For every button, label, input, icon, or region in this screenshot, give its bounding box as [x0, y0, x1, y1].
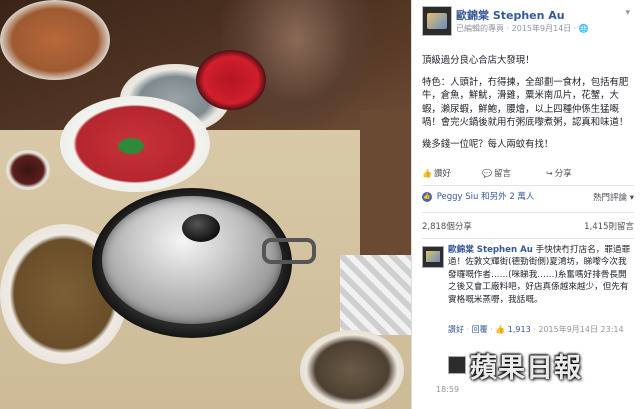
apple-daily-watermark: 蘋果日報 — [470, 353, 582, 384]
reply-avatar[interactable] — [448, 356, 466, 374]
post-body: 頂級過分良心合店大發現！ 特色：人頭計，冇得揀，全部劃一食材，包括有肥牛，倉魚，… — [422, 54, 634, 160]
comment-time: 2015年9月14日 23:14 — [538, 325, 624, 334]
comment-sort-dropdown[interactable]: 熱門評論 ▾ — [593, 191, 634, 203]
divider — [422, 238, 634, 239]
pot-handle — [262, 238, 316, 264]
divider — [422, 185, 634, 186]
chair — [360, 110, 411, 260]
striped-sleeve — [340, 255, 411, 335]
post-paragraph: 特色：人頭計，冇得揀，全部劃一食材，包括有肥牛，倉魚，鮮魷，滑雞，粟米南瓜片，花… — [422, 76, 629, 129]
reply-time: 18:59 — [436, 385, 460, 394]
post-photo[interactable] — [0, 0, 411, 409]
post-paragraph: 幾多錢一位呢？每人兩蚊有找！ — [422, 138, 554, 150]
like-reaction-icon: 👍 — [422, 191, 432, 202]
thumbs-up-icon: 👍 — [422, 169, 432, 178]
comment-likes-value: 1,913 — [507, 325, 531, 334]
share-button[interactable]: ↪ 分享 — [546, 167, 572, 179]
commenter-name[interactable]: 歐錦棠 Stephen Au — [448, 245, 533, 255]
snail-bowl — [300, 330, 404, 409]
share-icon: ↪ — [546, 169, 553, 178]
comment-count[interactable]: 1,415則留言 — [584, 220, 634, 232]
like-label: 讚好 — [433, 169, 451, 179]
sauce-bowl — [6, 150, 50, 190]
comment-like-link[interactable]: 讚好 — [448, 325, 464, 334]
author-name[interactable]: 歐錦棠 Stephen Au — [456, 7, 565, 23]
post-header: 歐錦棠 Stephen Au 已編輯的專頁 · 2015年9月14日 · 🌐 ▾ — [422, 6, 634, 40]
comment-footer: 讚好 · 回覆 · 👍 1,913 · 2015年9月14日 23:14 — [448, 325, 624, 334]
author-avatar[interactable] — [422, 6, 452, 36]
lid-knob — [182, 214, 220, 242]
share-count[interactable]: 2,818個分享 — [422, 222, 472, 232]
chevron-down-icon[interactable]: ▾ — [625, 8, 630, 18]
post-actions: 👍 讚好 💬 留言 ↪ 分享 — [422, 165, 634, 181]
commenter-avatar[interactable] — [422, 246, 444, 268]
comment-reply-link[interactable]: 回覆 — [472, 325, 488, 334]
counts-bar: 2,818個分享 1,415則留言 — [422, 220, 634, 234]
likes-names[interactable]: Peggy Siu 和另外 2 萬人 — [437, 192, 535, 202]
seafood-plate — [0, 0, 110, 80]
post-paragraph: 頂級過分良心合店大發現！ — [422, 55, 535, 66]
comment-label: 留言 — [493, 169, 511, 179]
comment-icon: 💬 — [482, 169, 492, 178]
red-bowl — [196, 50, 266, 110]
post-meta: 已編輯的專頁 · 2015年9月14日 · 🌐 — [456, 24, 589, 33]
divider — [422, 212, 634, 213]
comment-like-count[interactable]: 👍 1,913 — [495, 325, 530, 334]
comment-text-block: 歐錦棠 Stephen Au 手快快冇打店名，罪過罪過！佐敦文輝街(德勁街側)夏… — [448, 244, 634, 306]
herb-garnish — [118, 138, 144, 154]
like-button[interactable]: 👍 讚好 — [422, 167, 451, 179]
likes-summary: 👍 Peggy Siu 和另外 2 萬人 熱門評論 ▾ — [422, 190, 634, 206]
comment-button[interactable]: 💬 留言 — [482, 167, 511, 179]
share-label: 分享 — [554, 169, 572, 179]
